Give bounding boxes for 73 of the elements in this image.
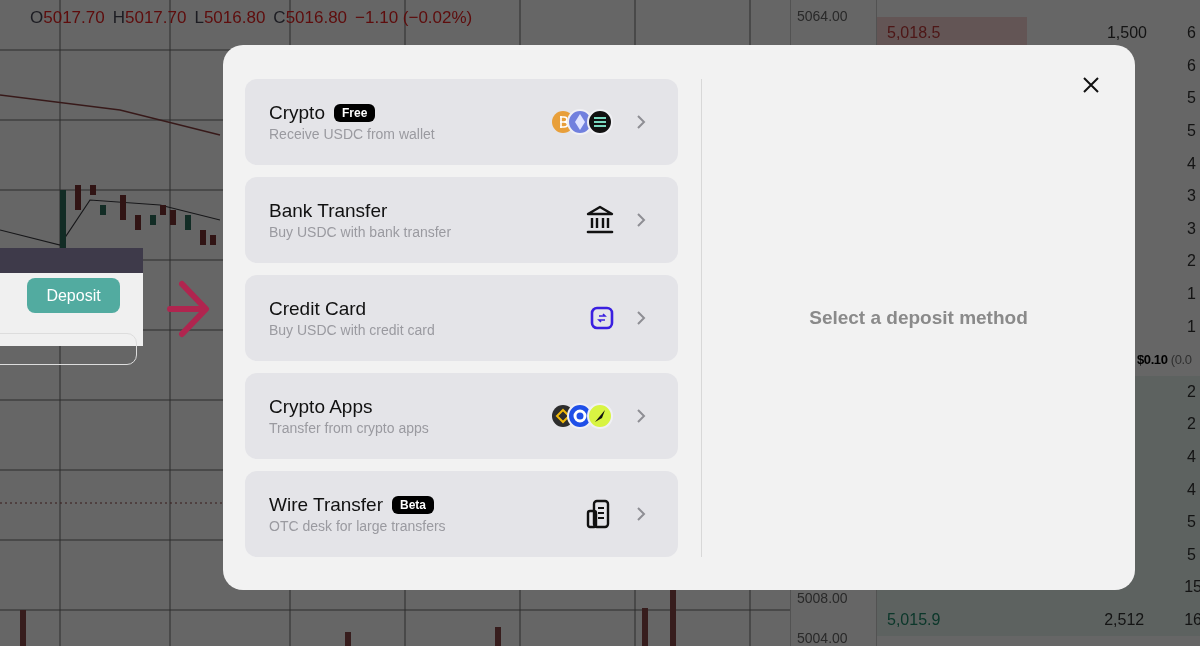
volume-bar (670, 590, 676, 646)
total-cell: 2 (1187, 415, 1196, 434)
chevron-right-icon (636, 114, 646, 130)
price-axis-label: 5008.00 (797, 590, 848, 606)
arrow-icon (166, 279, 210, 339)
method-description: Receive USDC from wallet (269, 126, 436, 142)
deposit-method-card[interactable]: Bank Transfer Buy USDC with bank transfer (245, 177, 678, 263)
bank-icon (586, 205, 614, 235)
method-title: Wire Transfer (269, 494, 384, 516)
total-cell: 4 (1187, 480, 1196, 499)
ohlc-value: H5017.70 (112, 8, 187, 28)
candle (120, 195, 126, 220)
price-axis-label: 5064.00 (797, 8, 848, 24)
candle (135, 215, 141, 230)
method-description: Buy USDC with bank transfer (269, 224, 453, 240)
candle (170, 210, 176, 225)
price-axis-label: 5004.00 (797, 630, 848, 646)
method-title: Credit Card (269, 298, 367, 320)
total-cell: 6 (1187, 56, 1196, 75)
total-cell: 5 (1187, 89, 1196, 108)
method-title: Bank Transfer (269, 200, 388, 222)
candle (90, 185, 96, 195)
chevron-right-icon (636, 310, 646, 326)
volume-bar (20, 610, 26, 646)
candle (200, 230, 206, 245)
price-change: −1.10 (−0.02%) (355, 8, 473, 28)
candle (100, 205, 106, 215)
deposit-method-card[interactable]: Crypto Free Receive USDC from wallet (245, 79, 678, 165)
total-cell: 3 (1187, 187, 1196, 206)
total-cell: 3 (1187, 219, 1196, 238)
total-cell: 4 (1187, 448, 1196, 466)
total-cell: 4 (1187, 154, 1196, 173)
method-badge: Beta (392, 496, 435, 514)
total-cell: 1 (1187, 317, 1196, 336)
deposit-method-card[interactable]: Wire Transfer Beta OTC desk for large transfers (245, 471, 678, 557)
candle (185, 215, 191, 230)
deposit-method-card[interactable]: Credit Card Buy USDC with credit card (245, 275, 678, 361)
ohlc-value: C5016.80 (273, 8, 348, 28)
method-title: Crypto Apps (269, 396, 373, 418)
price-cell-text: 5,015.9 (886, 610, 942, 630)
total-cell: 6 (1187, 24, 1196, 43)
chevron-right-icon (636, 212, 646, 228)
total-cell: 2 (1187, 382, 1196, 401)
chevron-right-icon (636, 408, 646, 424)
size-cell-text: 2,512 (1103, 611, 1145, 629)
coin-icons (550, 109, 614, 135)
total-cell: 1 (1187, 285, 1196, 304)
candle (60, 190, 66, 250)
empty-state-text: Select a deposit method (809, 307, 1028, 329)
card-icon (590, 306, 614, 330)
ohlc-value: O5017.70 (30, 8, 105, 28)
method-badge: Free (333, 104, 376, 122)
candle (160, 205, 166, 215)
volume-bar (495, 627, 501, 646)
size-cell-text: 1,500 (1105, 24, 1147, 43)
total-cell: 5 (1187, 122, 1196, 141)
method-description: OTC desk for large transfers (269, 518, 447, 534)
total-cell: 5 (1187, 545, 1196, 564)
method-title: Crypto (269, 102, 325, 124)
ohlc-value: L5016.80 (194, 8, 266, 28)
app-icons (550, 403, 614, 429)
chevron-right-icon (636, 506, 646, 522)
volume-bar (345, 632, 351, 646)
deposit-method-card[interactable]: Crypto Apps Transfer from crypto apps (245, 373, 678, 459)
candle (75, 185, 81, 210)
method-description: Buy USDC with credit card (269, 322, 436, 338)
input-field[interactable] (0, 333, 137, 365)
total-cell: 5 (1187, 513, 1196, 532)
candle (150, 215, 156, 225)
candle (210, 235, 216, 245)
volume-bar (642, 608, 648, 646)
total-cell: 2 (1187, 252, 1196, 271)
method-description: Transfer from crypto apps (269, 420, 430, 436)
